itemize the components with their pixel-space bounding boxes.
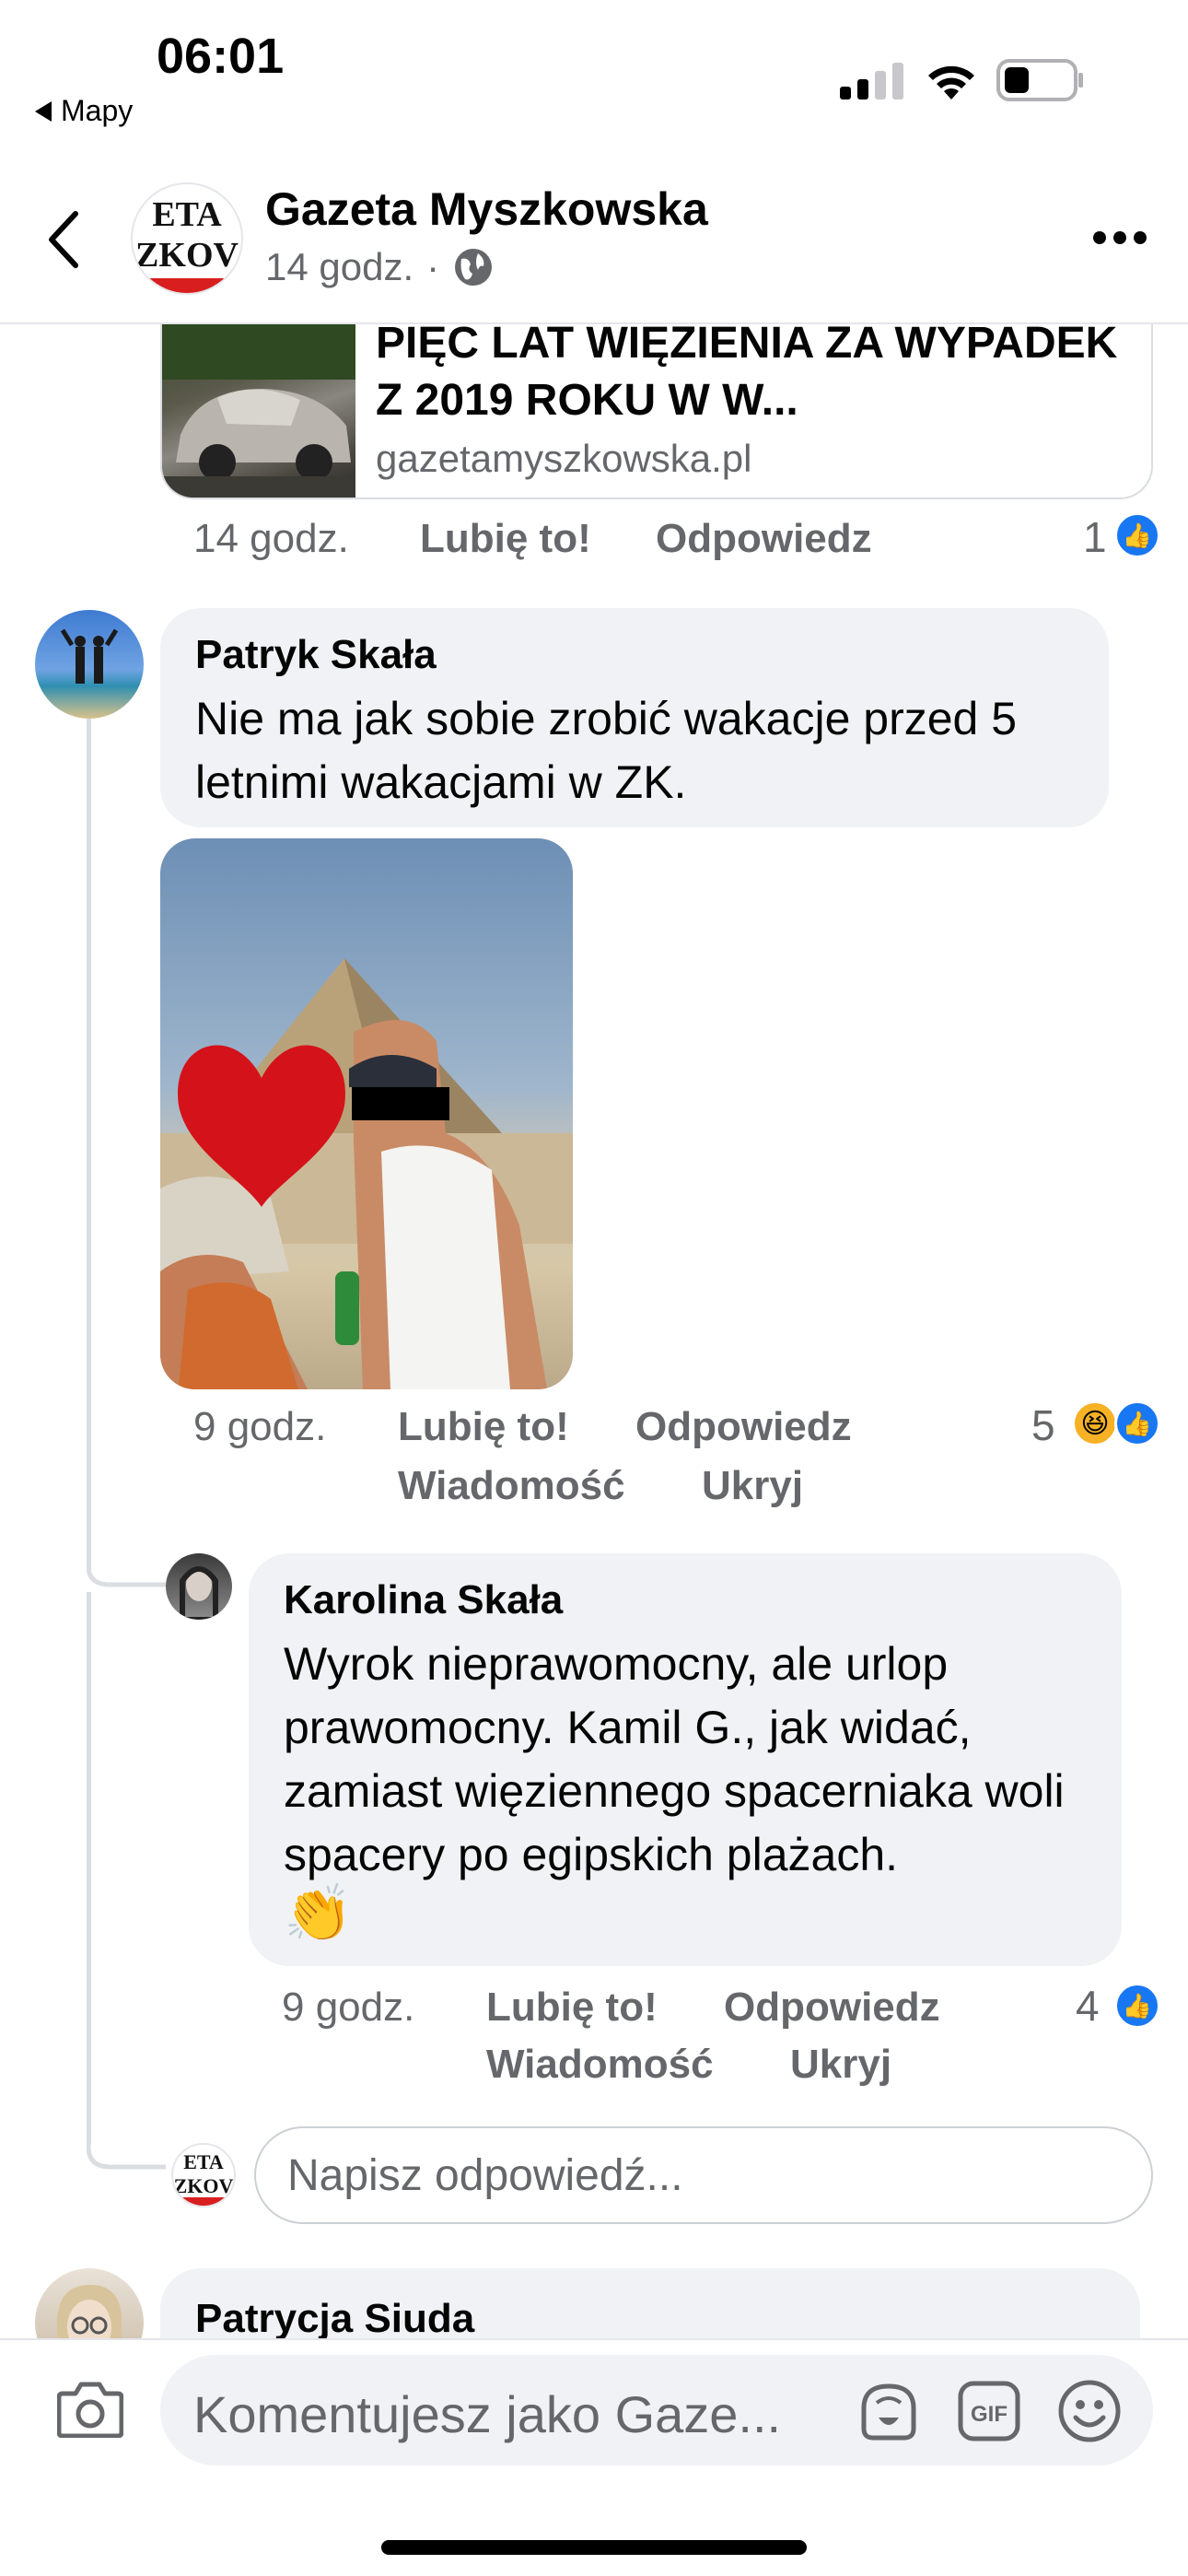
clap-emoji: 👏 xyxy=(284,1882,353,1944)
comment-like-button[interactable]: Lubię to! xyxy=(398,1404,569,1450)
avatar-text-line2: ZKOV xyxy=(135,236,239,275)
comment-author-3[interactable]: Patrycja Siuda xyxy=(195,2296,474,2342)
reply-page-avatar: ETA ZKOV xyxy=(171,2143,236,2207)
reply-input-placeholder[interactable]: Napisz odpowiedź... xyxy=(287,2150,683,2201)
reply-reaction-count[interactable]: 4 xyxy=(1076,1981,1100,2031)
comment-message-button[interactable]: Wiadomość xyxy=(398,1463,625,1509)
like-icon: 👍 xyxy=(1114,1400,1160,1446)
link-thumbnail xyxy=(162,324,355,498)
thread-line-lower xyxy=(87,1592,91,2145)
commenter-avatar[interactable] xyxy=(35,610,144,719)
thread-connector-reply xyxy=(87,2119,166,2170)
post-time: 14 godz. xyxy=(265,245,414,288)
reply-hide-button[interactable]: Ukryj xyxy=(790,2042,891,2088)
globe-icon xyxy=(455,249,493,286)
gif-icon[interactable]: GIF xyxy=(958,2381,1020,2441)
reply-text: Wyrok nieprawomocny, ale urlop prawomocn… xyxy=(284,1638,1065,1880)
comment-photo[interactable] xyxy=(160,838,573,1389)
comment-input-placeholder[interactable]: Komentujesz jako Gaze... xyxy=(193,2384,781,2444)
reply-author[interactable]: Karolina Skała xyxy=(284,1577,563,1623)
reply-time: 9 godz. xyxy=(282,1985,415,2030)
like-icon: 👍 xyxy=(1114,512,1160,558)
battery-icon xyxy=(996,59,1083,101)
small-avatar-line1: ETA xyxy=(183,2150,224,2173)
svg-text:GIF: GIF xyxy=(971,2402,1007,2427)
link-domain[interactable]: gazetamyszkowska.pl xyxy=(376,437,752,481)
small-avatar-red-stripe xyxy=(173,2197,234,2206)
link-title[interactable]: PIĘC LAT WIĘZIENIA ZA WYPADEK Z 2019 ROK… xyxy=(376,315,1149,429)
meta-separator: · xyxy=(426,245,440,288)
link-reply-button[interactable]: Odpowiedz xyxy=(656,516,872,562)
comment-hide-button[interactable]: Ukryj xyxy=(702,1463,803,1509)
back-triangle-icon xyxy=(35,100,52,122)
avatar-text-line1: ETA xyxy=(152,195,222,234)
page-title[interactable]: Gazeta Myszkowska xyxy=(265,182,708,236)
avatar-red-stripe xyxy=(133,278,241,293)
haha-icon: 😆 xyxy=(1072,1400,1118,1446)
reply-reply-button[interactable]: Odpowiedz xyxy=(724,1985,940,2031)
link-reaction-count[interactable]: 1 xyxy=(1083,512,1107,562)
home-indicator[interactable] xyxy=(381,2540,807,2555)
avatar-sticker-icon[interactable] xyxy=(856,2381,921,2441)
comment-reaction-count[interactable]: 5 xyxy=(1031,1400,1055,1450)
status-time: 06:01 xyxy=(157,29,285,84)
reply-like-button[interactable]: Lubię to! xyxy=(486,1985,658,2031)
back-chevron-icon[interactable] xyxy=(44,210,81,269)
more-icon[interactable] xyxy=(1092,228,1147,247)
link-like-button[interactable]: Lubię to! xyxy=(420,516,591,562)
small-avatar-line2: ZKOV xyxy=(173,2174,234,2197)
reply-message-button[interactable]: Wiadomość xyxy=(486,2042,714,2088)
like-icon: 👍 xyxy=(1114,1983,1160,2029)
link-time: 14 godz. xyxy=(193,516,349,561)
signal-icon xyxy=(840,63,903,100)
thread-connector xyxy=(87,1548,166,1587)
camera-icon[interactable] xyxy=(57,2381,123,2438)
page-avatar[interactable]: ETA ZKOV xyxy=(131,182,243,295)
comment-text: Nie ma jak sobie zrobić wakacje przed 5 … xyxy=(195,693,1018,808)
comment-author[interactable]: Patryk Skała xyxy=(195,632,437,678)
back-app-label: Mapy xyxy=(61,94,134,127)
comment-time: 9 godz. xyxy=(193,1404,327,1449)
emoji-icon[interactable] xyxy=(1057,2379,1122,2443)
thread-line xyxy=(87,719,91,1570)
reply-author-avatar[interactable] xyxy=(166,1553,232,1620)
post-meta: 14 godz. · xyxy=(265,245,495,289)
wifi-icon xyxy=(928,65,974,100)
comment-reply-button[interactable]: Odpowiedz xyxy=(635,1404,852,1450)
back-to-app-link[interactable]: Mapy xyxy=(35,94,133,128)
